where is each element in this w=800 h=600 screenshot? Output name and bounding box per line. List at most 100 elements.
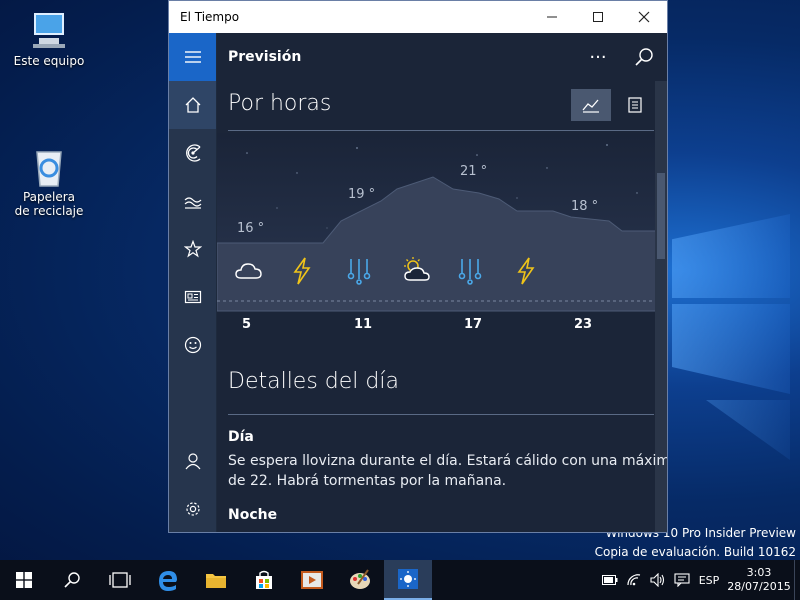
gear-icon [185,502,200,516]
details-section-title: Detalles del día [228,369,399,394]
star-icon [183,240,202,258]
temp-label: 19 ° [348,187,376,202]
edge-browser-icon [159,571,177,591]
temp-label: 18 ° [571,199,599,214]
hourly-divider [228,130,654,131]
left-navigation [169,33,216,532]
details-divider [228,414,654,415]
show-desktop-button[interactable] [794,560,800,600]
clock-time: 3:03 [746,566,772,579]
taskbar-edge-button[interactable] [144,560,192,600]
taskbar-media-button[interactable] [288,560,336,600]
hour-label: 17 [464,317,483,332]
nav-item-historical[interactable] [169,177,216,225]
news-icon [184,290,201,304]
watermark-line2: Copia de evaluación. Build 10162 [594,545,796,559]
thunderstorm-icon [293,257,311,285]
volume-tray-button[interactable] [646,560,670,600]
page-title: Previsión [228,49,302,65]
desktop-icon-this-pc[interactable]: Este equipo [6,10,92,68]
hamburger-icon [184,51,201,63]
search-button[interactable] [621,33,667,81]
rain-icon [458,259,482,285]
thunderstorm-icon [517,257,535,285]
ellipsis-icon: ··· [589,46,607,68]
line-chart-icon [582,99,599,113]
temp-label: 21 ° [460,164,488,179]
hamburger-menu-button[interactable] [169,33,216,81]
network-tray-button[interactable] [622,560,646,600]
battery-tray-button[interactable] [598,560,622,600]
taskbar-paint-button[interactable] [336,560,384,600]
input-language-button[interactable]: ESP [694,574,724,587]
wallpaper-beam [706,400,790,460]
minimize-button[interactable] [529,1,575,33]
taskbar-store-button[interactable] [240,560,288,600]
nav-item-feedback[interactable] [169,321,216,369]
taskbar-weather-button[interactable] [384,560,432,600]
folder-icon [206,574,226,588]
clock-button[interactable]: 3:03 28/07/2015 [724,566,794,594]
title-bar[interactable]: El Tiempo [169,1,667,33]
media-player-icon [301,571,323,589]
task-view-button[interactable] [96,560,144,600]
nav-item-settings[interactable] [169,485,216,533]
notification-icon [674,573,690,587]
clock-date: 28/07/2015 [727,580,791,593]
nav-item-news[interactable] [169,273,216,321]
hour-label: 5 [242,317,252,332]
list-view-button[interactable] [615,89,655,121]
nav-item-forecast[interactable] [169,81,216,129]
store-icon [256,570,272,589]
battery-icon [602,575,618,585]
action-center-button[interactable] [670,560,694,600]
weather-app-icon [398,569,418,589]
hourly-section-title: Por horas [228,91,332,116]
windows-logo-icon [16,572,32,588]
paint-palette-icon [350,569,370,589]
recycle-bin-icon [29,146,69,187]
wifi-icon [627,574,641,586]
partly-sunny-icon [404,257,430,281]
day-heading: Día [228,429,254,445]
close-button[interactable] [621,1,667,33]
nav-item-maps[interactable] [169,129,216,177]
weather-window: El Tiempo Previsión ··· Por horas 16 ° 1… [168,0,668,533]
taskbar-explorer-button[interactable] [192,560,240,600]
historical-chart-icon [184,197,201,209]
main-content: Previsión ··· Por horas 16 ° 19 ° 21 ° 1… [217,33,667,532]
system-tray: ESP 3:03 28/07/2015 [598,560,800,600]
nav-item-places[interactable] [169,225,216,273]
hour-label: 11 [354,317,373,332]
list-icon [628,97,642,113]
computer-icon [29,10,69,50]
night-heading: Noche [228,507,278,523]
start-button[interactable] [0,560,48,600]
nav-item-account[interactable] [169,437,216,485]
radar-icon [185,144,200,162]
hour-label: 23 [574,317,593,332]
taskbar: ESP 3:03 28/07/2015 [0,560,800,600]
taskbar-search-button[interactable] [48,560,96,600]
wallpaper-beam [672,304,790,394]
more-options-button[interactable]: ··· [575,33,621,81]
search-icon [64,572,80,588]
hourly-temperature-chart [217,133,657,312]
desktop-icon-label: Este equipo [13,54,85,68]
cloudy-icon [235,263,262,279]
day-forecast-text: Se espera llovizna durante el día. Estar… [228,453,667,489]
chart-view-button[interactable] [571,89,611,121]
desktop-icon-label: Papelera de reciclaje [14,190,84,218]
smiley-icon [184,336,201,354]
temp-label: 16 ° [237,221,265,236]
scrollbar-thumb[interactable] [657,173,665,259]
speaker-icon [650,573,665,587]
home-icon [185,97,200,113]
desktop-icon-recycle-bin[interactable]: Papelera de reciclaje [6,146,92,218]
window-title: El Tiempo [180,10,240,24]
wallpaper-beam [672,214,790,298]
maximize-button[interactable] [575,1,621,33]
search-icon [635,48,653,66]
user-icon [185,453,200,470]
rain-icon [347,259,371,285]
